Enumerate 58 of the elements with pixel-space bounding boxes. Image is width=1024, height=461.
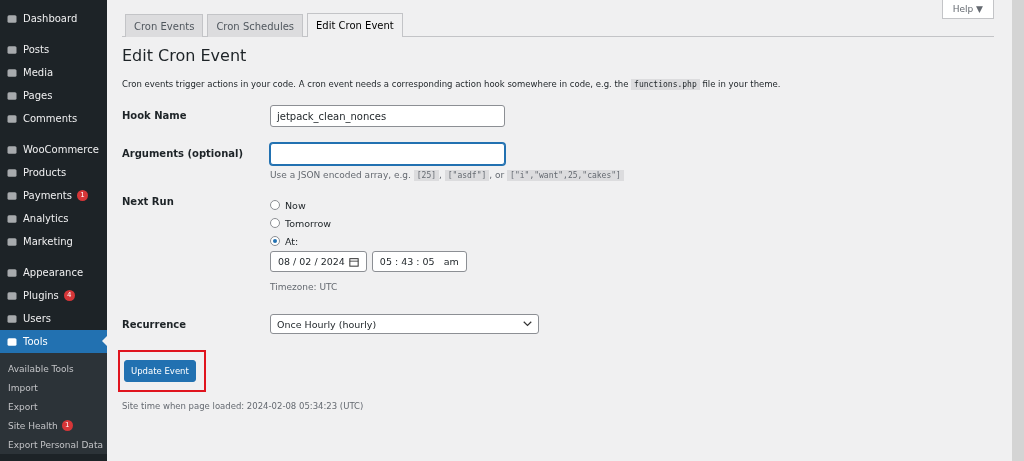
radio-label: Tomorrow (285, 217, 332, 229)
tab[interactable]: Cron Events (125, 14, 204, 37)
submenu-item[interactable]: Export Personal Data (0, 435, 107, 454)
menu-icon (6, 112, 18, 125)
sidebar-item[interactable]: Pages (0, 84, 107, 107)
menu-icon (6, 12, 18, 25)
sidebar-item[interactable]: WooCommerce (0, 138, 107, 161)
sidebar-item[interactable]: Comments (0, 107, 107, 130)
hook-name-field[interactable]: jetpack_clean_nonces (270, 105, 505, 127)
menu-icon (6, 189, 18, 202)
scrollbar[interactable] (1012, 0, 1024, 461)
radio-button[interactable] (270, 200, 280, 210)
menu-icon (6, 335, 18, 348)
update-event-button[interactable]: Update Event (124, 360, 196, 382)
submenu-item[interactable]: Import (0, 378, 107, 397)
site-time-text: Site time when page loaded: 2024-02-08 05:34:23 (UTC) (122, 401, 365, 411)
sidebar-item[interactable]: Posts (0, 38, 107, 61)
menu-icon (6, 235, 18, 248)
tab[interactable]: Cron Schedules (207, 14, 304, 37)
field-label: Recurrence (122, 318, 187, 332)
recurrence-select[interactable]: Once Hourly (hourly) (270, 314, 539, 334)
field-label: Arguments (optional) (122, 147, 245, 161)
sidebar-item[interactable]: Products (0, 161, 107, 184)
description-text: Cron events trigger actions in your code. A cron event needs a corresponding action hook somewhere in code, e.g. the functions.php file in your theme. (122, 79, 782, 89)
submenu-item[interactable]: Export (0, 397, 107, 416)
sidebar-item[interactable]: Appearance (0, 261, 107, 284)
menu-icon (6, 43, 18, 56)
sidebar-item[interactable]: Users (0, 307, 107, 330)
time-field[interactable]: 05 : 43 : 05 am (371, 251, 467, 272)
page-heading: Edit Cron Event (122, 46, 248, 65)
help-button[interactable]: Help ▼ (941, 0, 994, 19)
menu-icon (6, 166, 18, 179)
field-label: Next Run (122, 196, 175, 209)
menu-icon (6, 89, 18, 102)
sidebar-item[interactable]: Tools (0, 330, 107, 353)
sidebar-item[interactable]: Media (0, 61, 107, 84)
arguments-field[interactable] (270, 143, 505, 165)
menu-icon (6, 66, 18, 79)
submenu-item[interactable]: Available Tools (0, 359, 107, 378)
field-label: Hook Name (122, 109, 188, 123)
sidebar-item[interactable]: Marketing (0, 230, 107, 253)
tab[interactable]: Edit Cron Event (307, 13, 403, 37)
chevron-down-icon (523, 321, 532, 327)
radio-label: Now (285, 199, 306, 211)
calendar-icon (348, 256, 359, 267)
menu-icon (6, 312, 18, 325)
menu-icon (6, 212, 18, 225)
timezone-text: Timezone: UTC (270, 282, 339, 292)
menu-icon (6, 143, 18, 156)
menu-icon (6, 266, 18, 279)
hint-text: Use a JSON encoded array, e.g. [25] , ["asdf"] , or ["i","want",25,"cakes"] (270, 170, 624, 180)
menu-icon (6, 289, 18, 302)
sidebar-item[interactable]: Dashboard (0, 7, 107, 30)
date-field[interactable]: 08 / 02 / 2024 (270, 251, 367, 272)
radio-label: At: (285, 235, 299, 247)
sidebar-item[interactable]: Analytics (0, 207, 107, 230)
radio-button[interactable] (270, 218, 280, 228)
radio-button[interactable] (270, 236, 280, 246)
